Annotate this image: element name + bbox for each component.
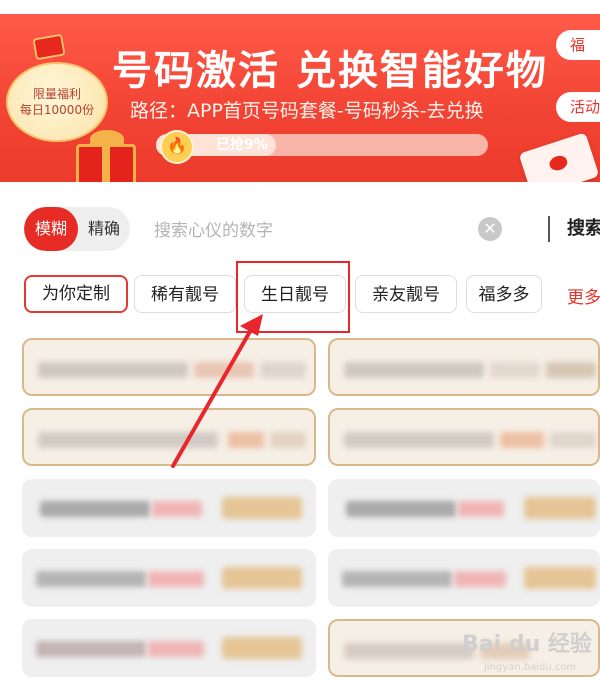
pointer-arrow-icon — [171, 314, 263, 468]
watermark-url: jingyan.baidu.com — [484, 662, 577, 673]
baidu-jingyan-logo: Bai du 经验 — [462, 632, 592, 657]
